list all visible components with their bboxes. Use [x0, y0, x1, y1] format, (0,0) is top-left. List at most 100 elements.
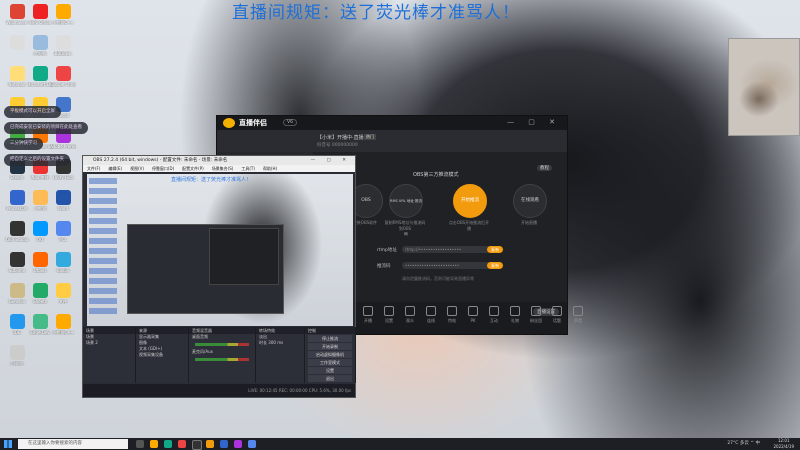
obs-control-button[interactable]: 停止推流 [308, 335, 352, 342]
app-icon [9, 252, 25, 267]
live-tool[interactable]: 设置 [378, 306, 400, 324]
desktop-icon[interactable]: BBDown [50, 35, 76, 56]
windows-start-icon[interactable] [4, 440, 12, 448]
chrome-icon[interactable] [178, 440, 186, 448]
tool-icon [573, 306, 583, 316]
notification-toast[interactable]: 把自定义之后的设置文件夹 [4, 154, 70, 166]
live-tool[interactable]: 观众 [399, 306, 421, 324]
app-icon [32, 35, 48, 50]
live-room-info: 【小米】开播中·直播 热门 抖音号 000000000 [217, 130, 567, 152]
obs-control-button[interactable]: 工作室模式 [308, 359, 352, 366]
obs-preview[interactable]: 直播间规矩：送了荧光棒才准骂人！ [87, 174, 353, 326]
app-icon [32, 66, 48, 81]
desktop-icon[interactable]: PCL [50, 221, 76, 242]
tool-label: 声音 [574, 318, 582, 323]
live-taskbar-icon[interactable] [206, 440, 214, 448]
app-icon [32, 4, 48, 19]
mixer-track: 麦克风/Aux [192, 349, 213, 354]
server-label: rtmp地址 [377, 248, 397, 253]
live-version-badge: V6 [283, 119, 297, 126]
notification-toast[interactable]: 已完成安装已安装的项目在此处查看 [4, 122, 88, 134]
desktop-icon[interactable]: 回收站 [4, 345, 30, 366]
copy-key-button[interactable]: 复制 [487, 262, 503, 269]
app-icon [9, 4, 25, 19]
notification-toast[interactable]: 三分钟快学习 [4, 138, 43, 150]
notification-toast[interactable]: 平板模式可以开启全屏 [4, 106, 61, 118]
obs-menu-item[interactable]: 停靠窗口(D) [152, 166, 174, 171]
hot-badge: 热门 [364, 134, 376, 140]
live-tool[interactable]: 粉丝团 [525, 306, 547, 324]
live-tool[interactable]: 互动 [483, 306, 505, 324]
obs-control-button[interactable]: 退出 [308, 375, 352, 382]
desktop-icon-label: BBDown [54, 51, 72, 56]
clock[interactable]: 12:01 2022/4/19 [773, 438, 794, 450]
obs-control-button[interactable]: 开始录制 [308, 343, 352, 350]
tutorial-button[interactable]: 教程 [537, 165, 552, 171]
stream-key-field[interactable]: ••••••••••••••••••••••• [402, 262, 493, 269]
obs-menu-item[interactable]: 场景集合(S) [212, 166, 234, 171]
step-watch: 在线观看 [513, 184, 547, 218]
system-tray[interactable]: 27°C 多云 ^ 中 [727, 440, 760, 446]
desktop-icon[interactable]: 小熊猫C++ [50, 4, 76, 25]
obs-taskbar-icon[interactable] [192, 440, 202, 450]
desktop-icon[interactable]: 文件 [50, 283, 76, 304]
live-window-buttons[interactable]: — ▢ ✕ [507, 118, 561, 126]
desktop-icon-label: 小熊猫C++ [52, 330, 74, 335]
copy-server-button[interactable]: 复制 [487, 246, 503, 253]
obs-menubar: 文件(F) 编辑(E) 视图(V) 停靠窗口(D) 配置文件(P) 场景集合(S) 工具(T… [83, 165, 355, 172]
live-tool[interactable]: 特效 [441, 306, 463, 324]
obs-menu-item[interactable]: 编辑(E) [108, 166, 122, 171]
obs-menu-item[interactable]: 文件(F) [87, 166, 100, 171]
obs-control-button[interactable]: 设置 [308, 367, 352, 374]
file-explorer-icon[interactable] [150, 440, 158, 448]
desktop-icon-label: Bilibili [57, 268, 69, 273]
task-view-icon[interactable] [136, 440, 144, 448]
tool-label: PK [470, 318, 476, 323]
sources-header: 来源 [136, 327, 188, 334]
app-taskbar-icon[interactable] [220, 440, 228, 448]
obs-menu-item[interactable]: 配置文件(P) [182, 166, 204, 171]
desktop-icon[interactable]: 小熊猫C++ [50, 314, 76, 335]
desktop-icon[interactable]: Word [50, 190, 76, 211]
app-icon [9, 283, 25, 298]
app-icon [55, 221, 71, 236]
live-tool[interactable]: PK [462, 306, 484, 323]
live-tool[interactable]: 连线 [420, 306, 442, 324]
app-icon [32, 190, 48, 205]
tool-icon [426, 306, 436, 316]
obs-window[interactable]: OBS 27.2.4 (64 bit, windows) - 配置文件: 未命名… [82, 155, 356, 398]
desktop-icon[interactable]: Bilibili [50, 252, 76, 273]
taskbar-search-input[interactable]: 在这里输入你要搜索的内容 [18, 439, 128, 449]
obs-menu-item[interactable]: 帮助(H) [263, 166, 277, 171]
app-icon [32, 252, 48, 267]
mic-audio-meter[interactable] [195, 358, 249, 361]
app-icon [55, 66, 71, 81]
mixer-track: 桌面音频 [192, 334, 208, 339]
obs-window-buttons[interactable]: — ▢ ✕ [311, 156, 351, 165]
duration-field[interactable]: 时长 300 ms [256, 340, 304, 346]
room-subtitle: 抖音号 000000000 [317, 143, 358, 148]
desktop-icon-label: Adobe Premiere [50, 144, 76, 149]
server-field[interactable]: rtmp://•••••••••••••••••• [402, 246, 493, 253]
app-icon [9, 221, 25, 236]
live-tool[interactable]: 礼物 [504, 306, 526, 324]
app-taskbar-icon[interactable] [248, 440, 256, 448]
live-tool[interactable]: 话题 [546, 306, 568, 324]
edge-icon[interactable] [164, 440, 172, 448]
premiere-taskbar-icon[interactable] [234, 440, 242, 448]
scene-item[interactable]: 场景 2 [83, 340, 135, 346]
live-tool[interactable]: 声音 [567, 306, 589, 324]
tool-icon [510, 306, 520, 316]
obs-menu-item[interactable]: 工具(T) [241, 166, 255, 171]
desktop-icon-label: Google Chrome [50, 82, 76, 87]
desktop-icon-label: PCL [59, 237, 67, 242]
source-item[interactable]: 视频采集设备 [136, 352, 188, 358]
scenes-dock: 场景 场景 场景 2 [83, 327, 136, 383]
tool-label: 观众 [406, 318, 414, 323]
mixer-dock: 音频混音器 桌面音频 麦克风/Aux [189, 327, 256, 383]
desktop-audio-meter[interactable] [195, 343, 249, 346]
obs-menu-item[interactable]: 视图(V) [130, 166, 144, 171]
obs-control-button[interactable]: 启动虚拟摄像机 [308, 351, 352, 358]
desktop-icon[interactable]: Google Chrome [50, 66, 76, 87]
live-tool[interactable]: 开播 [357, 306, 379, 324]
